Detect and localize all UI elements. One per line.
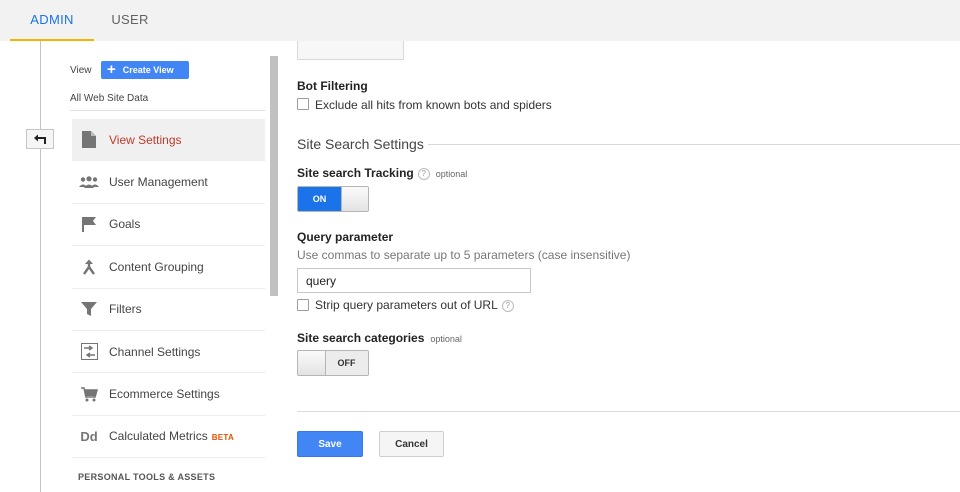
- sidebar-item-view-settings[interactable]: View Settings: [72, 119, 265, 162]
- query-parameter-hint: Use commas to separate up to 5 parameter…: [297, 248, 631, 262]
- exclude-bots-checkbox[interactable]: [297, 98, 309, 110]
- merge-icon: [78, 256, 100, 278]
- sidebar-item-label: Filters: [109, 302, 142, 317]
- flag-icon: [78, 213, 100, 235]
- sidebar-item-calculated-metrics[interactable]: Dd Calculated Metrics BETA: [72, 416, 265, 459]
- create-view-button[interactable]: + Create View: [101, 61, 189, 79]
- query-parameter-label: Query parameter: [297, 230, 394, 244]
- help-icon[interactable]: ?: [501, 299, 514, 312]
- sidebar-item-filters[interactable]: Filters: [72, 289, 265, 331]
- form-divider: [297, 411, 960, 412]
- toggle-knob: [298, 351, 326, 375]
- save-button[interactable]: Save: [297, 431, 363, 457]
- site-search-categories-text: Site search categories: [297, 331, 425, 345]
- site-search-settings-title: Site Search Settings: [297, 136, 424, 152]
- sidebar-item-label: Channel Settings: [109, 344, 201, 359]
- sidebar-item-goals[interactable]: Goals: [72, 204, 265, 247]
- top-tab-bar: ADMIN USER: [0, 0, 960, 41]
- sidebar-item-label: View Settings: [109, 132, 182, 147]
- plus-icon: +: [107, 61, 116, 78]
- query-parameter-input[interactable]: [297, 268, 531, 293]
- back-arrow-icon: [34, 134, 46, 144]
- view-name: All Web Site Data: [70, 93, 149, 104]
- site-search-tracking-label: Site search Tracking? optional: [297, 166, 467, 180]
- strip-query-checkbox[interactable]: [297, 299, 309, 311]
- sidebar-item-ecommerce-settings[interactable]: Ecommerce Settings: [72, 373, 265, 416]
- filter-icon: [78, 298, 100, 320]
- sidebar-item-channel-settings[interactable]: Channel Settings: [72, 331, 265, 374]
- toggle-off-label: OFF: [325, 351, 368, 375]
- section-divider: [428, 144, 960, 145]
- sidebar-scrollbar[interactable]: [270, 56, 278, 296]
- hierarchy-line: [40, 41, 41, 492]
- optional-label: optional: [430, 334, 462, 344]
- bot-filtering-title: Bot Filtering: [297, 79, 368, 93]
- calculated-metrics-label: Calculated Metrics: [109, 429, 208, 444]
- sidebar-item-user-management[interactable]: User Management: [72, 161, 265, 204]
- view-label: View: [70, 65, 92, 76]
- site-search-tracking-toggle[interactable]: ON: [297, 186, 369, 212]
- channel-settings-icon: [78, 341, 100, 363]
- create-view-label: Create View: [122, 65, 174, 75]
- tab-admin[interactable]: ADMIN: [10, 0, 94, 41]
- view-menu: View Settings User Management Goals Cont…: [72, 119, 265, 459]
- sidebar-item-label: Ecommerce Settings: [109, 387, 220, 402]
- exclude-bots-label: Exclude all hits from known bots and spi…: [315, 98, 552, 112]
- help-icon[interactable]: ?: [417, 167, 430, 180]
- sidebar-item-label: Content Grouping: [109, 259, 204, 274]
- personal-tools-header: PERSONAL TOOLS & ASSETS: [78, 472, 216, 482]
- strip-query-label-row: Strip query parameters out of URL?: [315, 298, 514, 312]
- divider: [70, 110, 265, 111]
- sidebar-item-label: Goals: [109, 217, 141, 232]
- cart-icon: [78, 383, 100, 405]
- people-icon: [78, 171, 100, 193]
- optional-label: optional: [435, 169, 468, 179]
- site-search-tracking-text: Site search Tracking: [297, 166, 414, 180]
- toggle-on-label: ON: [298, 187, 341, 211]
- beta-badge: BETA: [211, 433, 235, 443]
- dropdown-partial[interactable]: [297, 41, 404, 60]
- back-button[interactable]: [26, 129, 54, 149]
- dd-icon: Dd: [80, 428, 98, 444]
- site-search-categories-label: Site search categories optional: [297, 331, 462, 345]
- sidebar-item-label: Calculated Metrics BETA: [109, 429, 234, 443]
- site-search-categories-toggle[interactable]: OFF: [297, 350, 369, 376]
- sidebar-item-label: User Management: [109, 175, 208, 190]
- cancel-button[interactable]: Cancel: [379, 431, 444, 457]
- toggle-knob: [341, 187, 368, 211]
- sidebar-item-content-grouping[interactable]: Content Grouping: [72, 246, 265, 289]
- tab-user[interactable]: USER: [110, 0, 150, 41]
- document-icon: [78, 129, 100, 151]
- strip-query-label: Strip query parameters out of URL: [315, 298, 498, 312]
